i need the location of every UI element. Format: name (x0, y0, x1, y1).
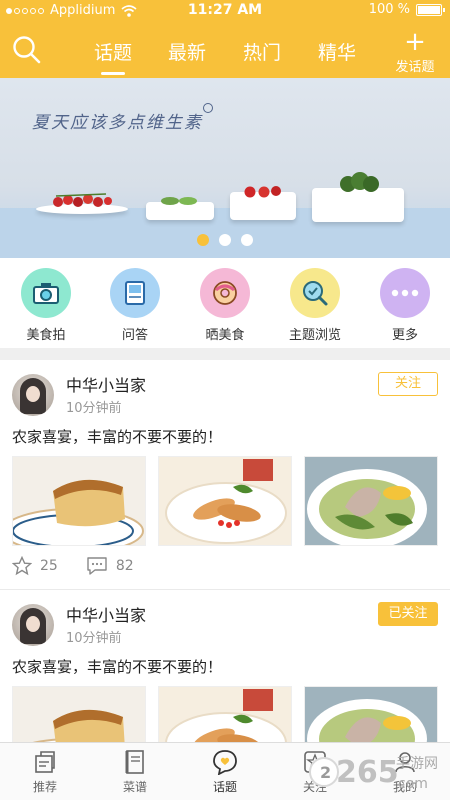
tab-featured[interactable]: 精华 (318, 38, 356, 65)
site-watermark-logo: 2 265 手游网 com (309, 755, 438, 792)
nav-recipes[interactable]: 菜谱 (105, 749, 165, 795)
avatar-face (26, 616, 40, 632)
search-icon[interactable] (12, 35, 42, 65)
comment-icon (87, 557, 107, 575)
star-icon (12, 556, 32, 576)
topic-heart-icon (211, 749, 239, 775)
quick-links: 美食拍 问答 晒美食 主题浏览 更多 (0, 258, 450, 348)
battery-icon (416, 3, 445, 16)
more-dots-icon (380, 268, 430, 318)
recipe-icon (121, 749, 149, 775)
post-card[interactable]: 中华小当家 10分钟前 已关注 农家喜宴，丰富的不要不要的！ (0, 590, 450, 776)
nav-label: 菜谱 (122, 780, 147, 794)
top-header: Applidium 11:27 AM 100 % 话题 最新 热门 精华 + 发… (0, 0, 450, 78)
nav-label: 推荐 (32, 780, 57, 794)
broccoli-image (340, 172, 379, 192)
like-count: 25 (40, 558, 58, 574)
svg-text:com: com (398, 776, 428, 792)
battery-percent: 100 % (368, 2, 410, 17)
comment-button[interactable]: 82 (86, 556, 134, 576)
quick-link-label: 晒美食 (205, 328, 245, 343)
post-images (12, 456, 438, 546)
quick-link-qa[interactable]: 问答 (100, 268, 170, 343)
post-time: 10分钟前 (66, 631, 122, 646)
quick-link-show-food[interactable]: 晒美食 (190, 268, 260, 343)
post-image-shrimp[interactable] (158, 456, 292, 546)
svg-text:2: 2 (320, 763, 331, 782)
tab-hot[interactable]: 热门 (243, 38, 281, 65)
header-tabs: 话题 最新 热门 精华 (80, 38, 370, 74)
hero-banner[interactable]: 夏天应该多点维生素 (0, 78, 450, 258)
post-text: 农家喜宴，丰富的不要不要的！ (12, 658, 223, 676)
post-image-cake[interactable] (12, 456, 146, 546)
cucumber-image (161, 197, 197, 205)
following-button[interactable]: 已关注 (378, 602, 438, 626)
tab-latest[interactable]: 最新 (168, 38, 206, 65)
tab-topics[interactable]: 话题 (94, 38, 132, 65)
post-card[interactable]: 中华小当家 10分钟前 关注 农家喜宴，丰富的不要不要的！ 25 82 (0, 360, 450, 590)
post-actions: 25 82 (12, 556, 154, 576)
plus-icon: + (404, 27, 426, 57)
quick-link-label: 主题浏览 (288, 328, 341, 343)
nav-label: 话题 (212, 780, 237, 794)
quick-link-browse-topics[interactable]: 主题浏览 (280, 268, 350, 343)
like-button[interactable]: 25 (12, 556, 58, 576)
nav-topics[interactable]: 话题 (195, 749, 255, 795)
recommend-icon (31, 749, 59, 775)
magnifier-check-icon (290, 268, 340, 318)
post-topic-label: 发话题 (395, 60, 435, 75)
quick-link-more[interactable]: 更多 (370, 268, 440, 343)
svg-text:手游网: 手游网 (396, 756, 438, 772)
camera-icon (21, 268, 71, 318)
pager-dot-3[interactable] (241, 234, 253, 246)
post-time: 10分钟前 (66, 401, 122, 416)
comment-count: 82 (115, 558, 134, 574)
quick-link-label: 更多 (391, 328, 418, 343)
battery-info: 100 % (368, 2, 445, 17)
banner-ring-decoration (203, 103, 213, 113)
nav-recommend[interactable]: 推荐 (15, 749, 75, 795)
quick-link-food-photo[interactable]: 美食拍 (11, 268, 81, 343)
cherry-tomatoes-image (244, 186, 281, 198)
follow-button[interactable]: 关注 (378, 372, 438, 396)
avatar[interactable] (12, 374, 54, 416)
quick-link-label: 问答 (121, 328, 148, 343)
book-icon (110, 268, 160, 318)
banner-pager (0, 234, 450, 246)
status-bar: Applidium 11:27 AM 100 % (0, 0, 450, 22)
banner-caption: 夏天应该多点维生素 (32, 113, 203, 133)
post-text: 农家喜宴，丰富的不要不要的！ (12, 428, 223, 446)
post-topic-button[interactable]: + 发话题 (390, 27, 440, 75)
svg-text:265: 265 (336, 755, 399, 790)
donut-icon (200, 268, 250, 318)
avatar-face (26, 386, 40, 402)
post-image-soup[interactable] (304, 456, 438, 546)
pager-dot-2[interactable] (219, 234, 231, 246)
section-divider (0, 348, 450, 360)
pager-dot-1[interactable] (197, 234, 209, 246)
post-username[interactable]: 中华小当家 (66, 372, 146, 396)
post-username[interactable]: 中华小当家 (66, 602, 146, 626)
tomatoes-image (53, 193, 112, 207)
avatar[interactable] (12, 604, 54, 646)
quick-link-label: 美食拍 (26, 328, 66, 343)
